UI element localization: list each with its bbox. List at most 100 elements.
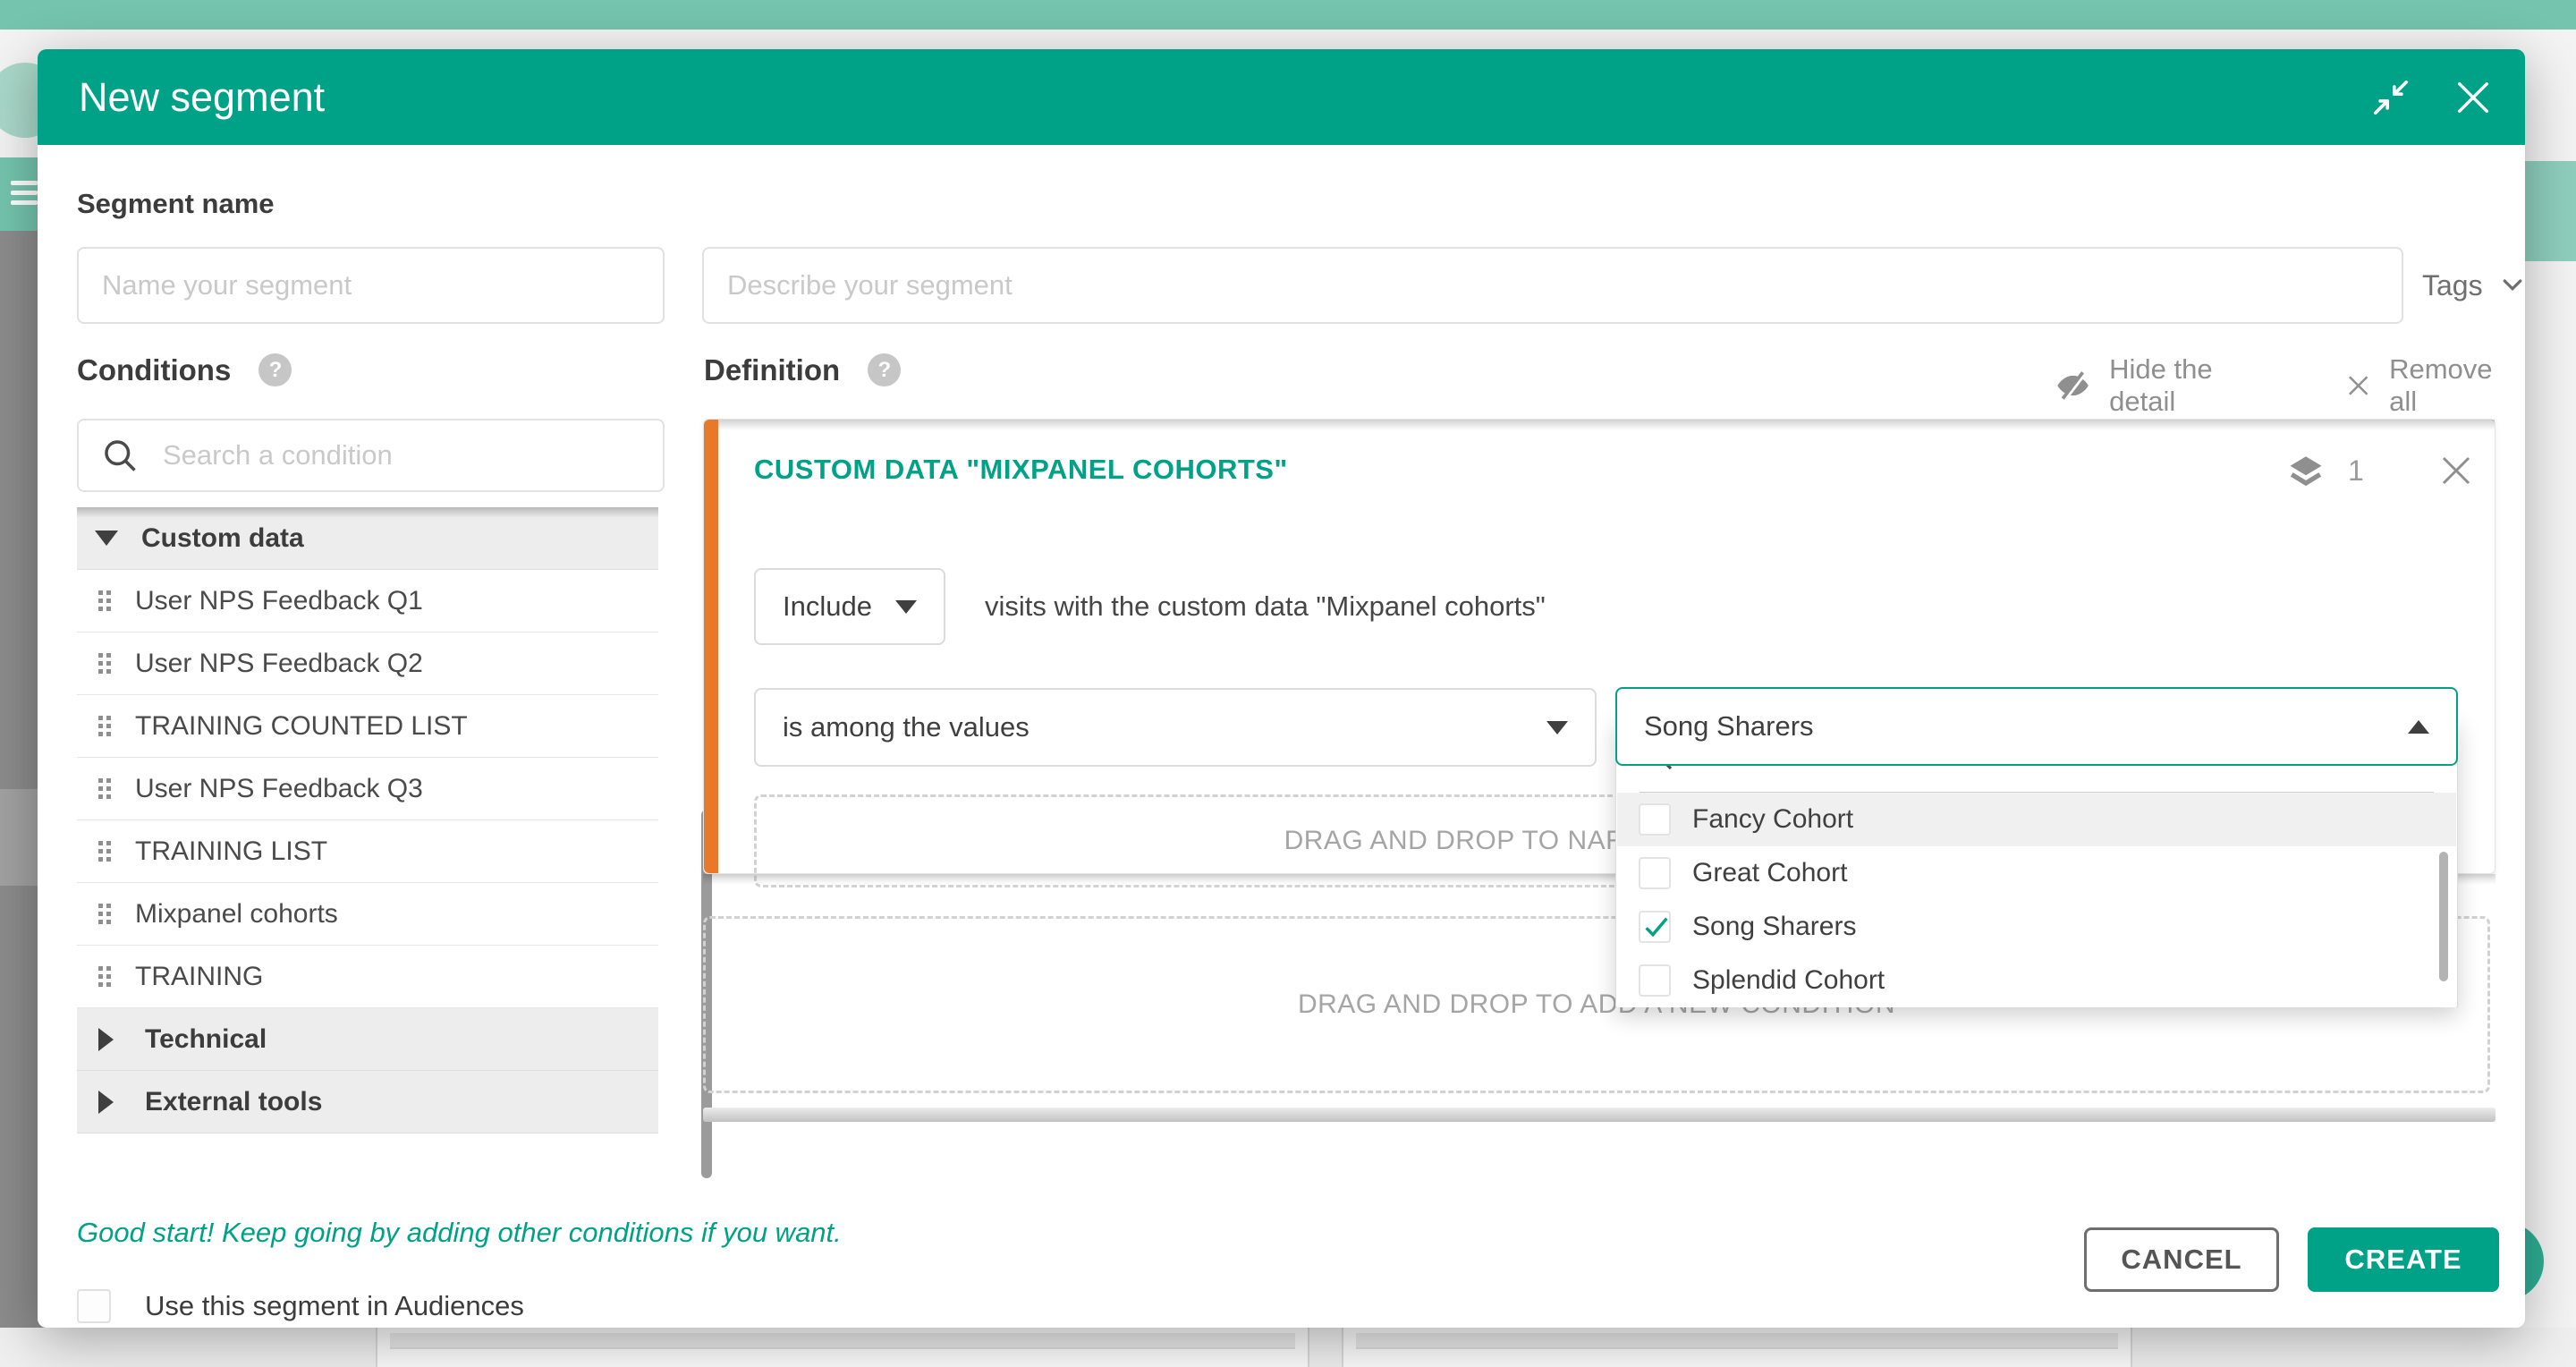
operator-value: is among the values [783,711,1030,743]
group-label: Custom data [141,523,304,554]
checkbox-unchecked[interactable] [1639,803,1671,836]
caret-up-icon [2408,720,2429,734]
definition-heading-text: Definition [704,353,840,386]
condition-item[interactable]: Mixpanel cohorts [77,883,658,946]
close-icon[interactable] [2453,77,2494,118]
condition-item[interactable]: User NPS Feedback Q1 [77,570,658,633]
drag-handle-icon[interactable] [98,590,112,612]
condition-item[interactable]: User NPS Feedback Q3 [77,758,658,820]
scroll-shadow [77,507,658,518]
drag-handle-icon[interactable] [98,778,112,800]
condition-item[interactable]: TRAINING COUNTED LIST [77,695,658,758]
definition-actions: Hide the detail Remove all [2055,353,2525,418]
help-icon[interactable]: ? [258,353,292,386]
values-dropdown[interactable]: Song Sharers [1615,687,2458,766]
screen: New segment Segment name Tags Conditions… [0,0,2576,1367]
condition-sentence: visits with the custom data "Mixpanel co… [985,568,1546,645]
option-label: Fancy Cohort [1692,804,1853,835]
tags-label: Tags [2422,269,2483,302]
background-panel [1342,1328,2132,1367]
group-technical[interactable]: Technical [77,1008,658,1071]
help-icon[interactable]: ? [868,353,901,386]
remove-condition-icon[interactable] [2437,452,2475,489]
triangle-down-icon [95,531,118,546]
condition-item-label: User NPS Feedback Q2 [135,649,423,679]
group-label: Technical [145,1024,267,1055]
segment-name-input[interactable] [77,247,665,324]
checkbox-unchecked[interactable] [1639,964,1671,997]
operator-dropdown[interactable]: is among the values [754,688,1597,767]
new-segment-modal: New segment Segment name Tags Conditions… [38,49,2525,1328]
option-song-sharers[interactable]: Song Sharers [1617,900,2456,954]
drag-handle-icon[interactable] [98,966,112,988]
conditions-heading: Conditions ? [77,353,292,387]
include-dropdown[interactable]: Include [754,568,945,645]
condition-card-tools: 1 [2287,452,2475,489]
check-icon [1642,913,1671,941]
dropdown-scrollbar[interactable] [2439,852,2448,981]
drag-handle-icon[interactable] [98,841,112,862]
remove-all-icon[interactable] [2345,372,2371,399]
option-label: Great Cohort [1692,858,1847,888]
option-label: Splendid Cohort [1692,965,1885,996]
condition-search-box[interactable]: Search a condition [77,419,665,492]
layers-icon [2287,452,2325,489]
option-label: Song Sharers [1692,912,1856,942]
eye-off-icon[interactable] [2055,367,2091,404]
conditions-list: Custom data User NPS Feedback Q1 User NP… [77,507,658,1134]
create-button[interactable]: CREATE [2308,1227,2499,1292]
checkbox-checked[interactable] [1639,911,1671,943]
segment-description-input[interactable] [702,247,2403,324]
audiences-label: Use this segment in Audiences [145,1290,524,1322]
triangle-right-icon [98,1091,114,1114]
caret-down-icon [895,600,917,614]
remove-all-button[interactable]: Remove all [2389,353,2525,418]
horizontal-scrollbar[interactable] [703,1108,2496,1122]
condition-item[interactable]: User NPS Feedback Q2 [77,633,658,695]
modal-title: New segment [79,49,325,145]
app-background-panels [0,1328,2576,1367]
condition-item-label: User NPS Feedback Q1 [135,586,423,616]
card-accent-bar [704,420,718,873]
group-external-tools[interactable]: External tools [77,1071,658,1134]
hide-detail-button[interactable]: Hide the detail [2109,353,2283,418]
modal-header: New segment [38,49,2525,145]
progress-hint: Good start! Keep going by adding other c… [77,1217,842,1249]
cancel-button[interactable]: CANCEL [2084,1227,2279,1292]
condition-item-label: User NPS Feedback Q3 [135,774,423,804]
group-label: External tools [145,1087,322,1117]
condition-count-badge: 1 [2348,454,2364,488]
audiences-checkbox-row[interactable]: Use this segment in Audiences [77,1289,524,1323]
app-topbar [0,0,2576,30]
chevron-down-icon [2499,272,2526,299]
option-great-cohort[interactable]: Great Cohort [1617,846,2456,900]
condition-card-title: CUSTOM DATA "MIXPANEL COHORTS" [754,454,1288,486]
background-panel [376,1328,1309,1367]
condition-item[interactable]: TRAINING LIST [77,820,658,883]
option-splendid-cohort[interactable]: Splendid Cohort [1617,954,2456,1007]
checkbox-unchecked[interactable] [1639,857,1671,889]
triangle-right-icon [98,1028,114,1051]
segment-name-label: Segment name [77,188,275,220]
condition-item-label: TRAINING [135,962,263,992]
app-subheader-band [2525,161,2576,261]
definition-heading: Definition ? [704,353,901,387]
search-icon [100,436,140,475]
include-value: Include [783,590,872,623]
values-value: Song Sharers [1644,710,1814,743]
drag-handle-icon[interactable] [98,653,112,675]
scroll-shadow [718,420,2495,430]
drag-handle-icon[interactable] [98,904,112,925]
hamburger-icon[interactable] [11,181,38,204]
condition-item[interactable]: TRAINING [77,946,658,1008]
tags-dropdown[interactable]: Tags [2422,262,2526,309]
drag-handle-icon[interactable] [98,716,112,737]
checkbox-unchecked[interactable] [77,1289,111,1323]
option-fancy-cohort[interactable]: Fancy Cohort [1617,793,2456,846]
condition-item-label: TRAINING COUNTED LIST [135,711,468,742]
caret-down-icon [1546,721,1568,734]
collapse-icon[interactable] [2370,77,2411,118]
condition-search-placeholder: Search a condition [163,439,393,471]
condition-item-label: TRAINING LIST [135,836,327,867]
conditions-heading-text: Conditions [77,353,231,386]
